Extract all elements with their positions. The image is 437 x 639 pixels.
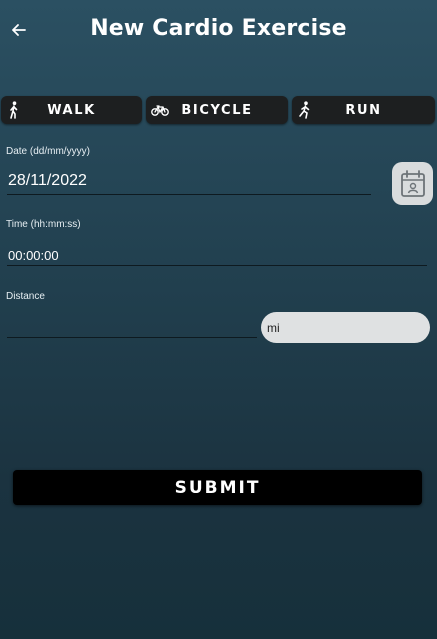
arrow-left-icon	[12, 24, 26, 36]
running-person-icon	[296, 100, 314, 120]
date-label: Date (dd/mm/yyyy)	[6, 146, 90, 157]
time-label: Time (hh:mm:ss)	[6, 219, 81, 230]
calendar-icon	[400, 169, 425, 197]
time-input[interactable]: 00:00:00	[8, 248, 59, 263]
back-button[interactable]	[8, 18, 30, 42]
distance-label: Distance	[6, 291, 45, 302]
submit-label: SUBMIT	[174, 477, 261, 498]
date-picker-button[interactable]	[392, 162, 433, 205]
distance-underline	[7, 337, 257, 338]
page-title: New Cardio Exercise	[90, 16, 347, 41]
submit-button[interactable]: SUBMIT	[13, 470, 422, 505]
walk-button[interactable]: WALK	[1, 96, 142, 124]
distance-unit-select[interactable]: mi	[261, 312, 430, 343]
date-input[interactable]: 28/11/2022	[8, 172, 87, 190]
app-header: New Cardio Exercise	[0, 0, 437, 62]
run-button[interactable]: RUN	[292, 96, 435, 124]
bicycle-button[interactable]: BICYCLE	[146, 96, 288, 124]
walking-person-icon	[5, 100, 23, 120]
time-underline	[7, 265, 427, 266]
bicycle-icon	[150, 100, 170, 120]
date-underline	[7, 194, 371, 195]
distance-input[interactable]	[8, 318, 253, 336]
exercise-type-selector: WALK BICYCLE RUN	[0, 96, 437, 124]
distance-unit-value: mi	[267, 320, 280, 335]
